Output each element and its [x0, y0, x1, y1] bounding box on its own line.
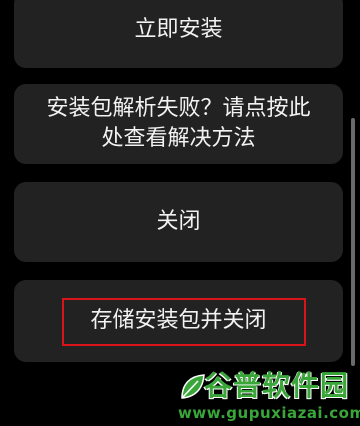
parse-failed-help-button[interactable]: 安装包解析失败？请点按此处查看解决方法 [14, 84, 343, 164]
parse-failed-help-label: 安装包解析失败？请点按此处查看解决方法 [46, 96, 311, 151]
install-now-button[interactable]: 立即安装 [14, 0, 343, 68]
save-package-and-close-button[interactable]: 存储安装包并关闭 [14, 280, 343, 362]
install-now-label: 立即安装 [134, 17, 223, 42]
watermark-title: 谷普软件园 [204, 369, 350, 402]
watermark-url: www.gupuxiazai.com [178, 404, 360, 422]
save-package-and-close-label: 存储安装包并关闭 [90, 308, 267, 333]
watermark: 谷普软件园 www.gupuxiazai.com [176, 368, 360, 424]
close-button[interactable]: 关闭 [14, 182, 343, 262]
scrollbar[interactable] [351, 118, 355, 366]
close-label: 关闭 [156, 209, 201, 234]
leaf-icon [181, 374, 205, 399]
